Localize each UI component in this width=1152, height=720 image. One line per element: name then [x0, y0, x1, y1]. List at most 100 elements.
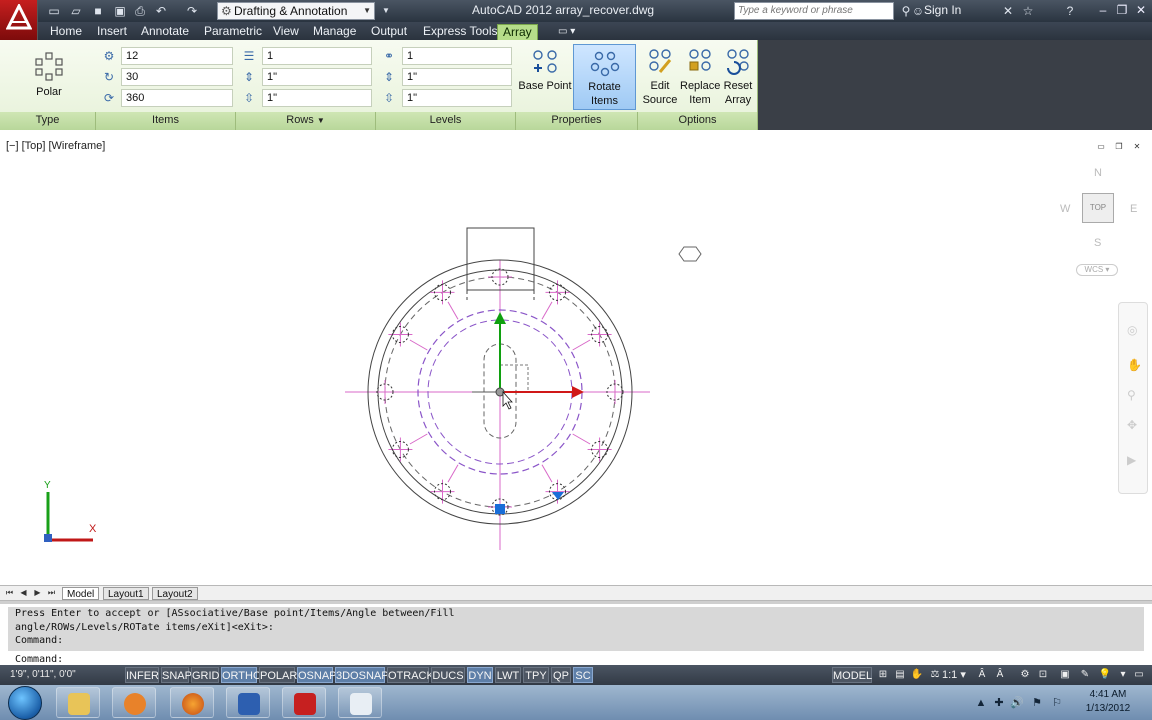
plot-icon[interactable]: ⎙ — [132, 3, 148, 19]
tab-insert[interactable]: Insert — [92, 24, 132, 40]
steering-wheel-icon[interactable]: ◎ — [1127, 323, 1137, 337]
last-tab-icon[interactable]: ⏭ — [46, 588, 57, 599]
tray-app-icon[interactable]: ✚ — [992, 696, 1006, 710]
status-toggle-3dosnap[interactable]: 3DOSNAP — [335, 667, 389, 683]
status-toggle-polar[interactable]: POLAR — [259, 667, 297, 683]
next-tab-icon[interactable]: ▶ — [32, 588, 43, 599]
tab-array[interactable]: Array — [497, 24, 538, 40]
wcs-menu[interactable]: WCS ▾ — [1076, 264, 1118, 276]
tab-output[interactable]: Output — [366, 24, 412, 40]
bulb-icon[interactable]: 💡 — [1098, 668, 1112, 682]
tab-view[interactable]: View — [268, 24, 304, 40]
levels-count-field[interactable]: 1 — [402, 47, 512, 65]
viewcube-south[interactable]: S — [1094, 237, 1101, 249]
drawing-viewport[interactable]: [−] [Top] [Wireframe] ▭ ❐ ✕ Y X N W E S … — [0, 130, 1152, 585]
tab-parametric[interactable]: Parametric — [199, 24, 267, 40]
close-icon[interactable]: ✕ — [1132, 2, 1150, 18]
workspace-switching-icon[interactable]: ⚙ — [1018, 668, 1032, 682]
minimize-icon[interactable]: – — [1094, 2, 1112, 18]
pan-status-icon[interactable]: ✋ — [910, 668, 924, 682]
edit-source-button[interactable]: Edit Source — [642, 44, 678, 110]
ribbon-toggle-icon[interactable]: ▭ ▾ — [553, 24, 580, 40]
hardware-acceleration-icon[interactable]: ▣ — [1058, 668, 1072, 682]
explorer-taskbar-button[interactable] — [56, 687, 100, 718]
window-taskbar-button[interactable] — [338, 687, 382, 718]
tab-express-tools[interactable]: Express Tools — [418, 24, 502, 40]
status-toggle-dyn[interactable]: DYN — [467, 667, 493, 683]
showmotion-icon[interactable]: ▶ — [1127, 453, 1136, 467]
tray-flag-icon[interactable]: ⚐ — [1050, 696, 1064, 710]
status-toggle-qp[interactable]: QP — [551, 667, 571, 683]
start-button[interactable] — [8, 686, 42, 720]
status-toggle-tpy[interactable]: TPY — [523, 667, 549, 683]
isolate-objects-icon[interactable]: ✎ — [1078, 668, 1092, 682]
tab-home[interactable]: Home — [45, 24, 87, 40]
levels-between-field[interactable]: 1" — [402, 68, 512, 86]
tab-annotate[interactable]: Annotate — [136, 24, 194, 40]
viewcube[interactable]: N W E S TOP WCS ▾ — [1058, 165, 1138, 285]
open-icon[interactable]: ▱ — [68, 3, 84, 19]
status-toggle-ortho[interactable]: ORTHO — [221, 667, 262, 683]
quick-view-drawings-icon[interactable]: ▤ — [893, 668, 907, 682]
status-toggle-snap[interactable]: SNAP — [161, 667, 192, 683]
coordinates-readout[interactable]: 1'9", 0'11", 0'0" — [10, 669, 76, 680]
save-as-icon[interactable]: ▣ — [112, 3, 128, 19]
tray-arrow-icon[interactable]: ▲ — [974, 696, 988, 710]
new-icon[interactable]: ▭ — [46, 3, 62, 19]
fill-angle-field[interactable]: 360 — [121, 89, 233, 107]
status-menu-icon[interactable]: ▾ — [1116, 668, 1130, 682]
firefox-taskbar-button[interactable] — [170, 687, 214, 718]
save-icon[interactable]: ■ — [90, 3, 106, 19]
exchange-icon[interactable]: ✕ — [1000, 3, 1016, 19]
levels-total-field[interactable]: 1" — [402, 89, 512, 107]
reset-array-button[interactable]: Reset Array — [721, 44, 755, 110]
viewcube-top-face[interactable]: TOP — [1082, 193, 1114, 223]
rows-panel-label[interactable]: Rows ▼ — [236, 112, 376, 130]
annotation-visibility-icon[interactable]: Â — [975, 668, 989, 682]
replace-item-button[interactable]: Replace Item — [680, 44, 720, 110]
help-icon[interactable]: ? — [1062, 3, 1078, 19]
system-clock[interactable]: 4:41 AM 1/13/2012 — [1078, 688, 1138, 716]
tab-layout1[interactable]: Layout1 — [103, 587, 149, 600]
polar-button[interactable]: Polar — [20, 44, 78, 110]
rotate-items-button[interactable]: Rotate Items — [573, 44, 636, 110]
model-space-button[interactable]: MODEL — [832, 667, 872, 683]
tray-network-icon[interactable]: ⚑ — [1030, 696, 1044, 710]
status-toggle-ducs[interactable]: DUCS — [431, 667, 465, 683]
search-input[interactable]: Type a keyword or phrase — [734, 2, 894, 20]
application-menu-button[interactable] — [0, 0, 38, 40]
viewcube-west[interactable]: W — [1060, 203, 1070, 215]
autocad-taskbar-button[interactable] — [282, 687, 326, 718]
tab-layout2[interactable]: Layout2 — [152, 587, 198, 600]
pan-icon[interactable]: ✋ — [1127, 358, 1142, 372]
clean-screen-icon[interactable]: ▭ — [1132, 668, 1146, 682]
viewcube-north[interactable]: N — [1094, 167, 1102, 179]
base-point-button[interactable]: Base Point — [518, 44, 572, 110]
first-tab-icon[interactable]: ⏮ — [4, 588, 15, 599]
rows-total-field[interactable]: 1" — [262, 89, 372, 107]
tray-volume-icon[interactable]: 🔊 — [1010, 696, 1024, 710]
items-between-field[interactable]: 30 — [121, 68, 233, 86]
status-toggle-grid[interactable]: GRID — [191, 667, 220, 683]
orbit-icon[interactable]: ✥ — [1127, 418, 1137, 432]
quick-view-layouts-icon[interactable]: ⊞ — [876, 668, 890, 682]
prev-tab-icon[interactable]: ◀ — [18, 588, 29, 599]
status-toggle-sc[interactable]: SC — [573, 667, 593, 683]
viewcube-east[interactable]: E — [1130, 203, 1137, 215]
star-icon[interactable]: ☆ — [1020, 3, 1036, 19]
restore-icon[interactable]: ❐ — [1113, 2, 1131, 18]
rows-between-field[interactable]: 1" — [262, 68, 372, 86]
redo-icon[interactable]: ↷ — [184, 3, 200, 19]
media-player-taskbar-button[interactable] — [112, 687, 156, 718]
tab-manage[interactable]: Manage — [308, 24, 361, 40]
zoom-icon[interactable]: ⚲ — [1127, 388, 1136, 402]
status-toggle-osnap[interactable]: OSNAP — [297, 667, 337, 683]
sign-in-link[interactable]: Sign In — [924, 3, 961, 17]
rows-count-field[interactable]: 1 — [262, 47, 372, 65]
undo-icon[interactable]: ↶ — [153, 3, 169, 19]
workspace-dropdown[interactable]: ⚙ Drafting & Annotation ▼ — [217, 2, 375, 20]
status-toggle-infer[interactable]: INFER — [125, 667, 159, 683]
items-count-field[interactable]: 12 — [121, 47, 233, 65]
app-taskbar-button[interactable] — [226, 687, 270, 718]
annotation-scale-value[interactable]: 1:1 ▾ — [942, 668, 966, 681]
